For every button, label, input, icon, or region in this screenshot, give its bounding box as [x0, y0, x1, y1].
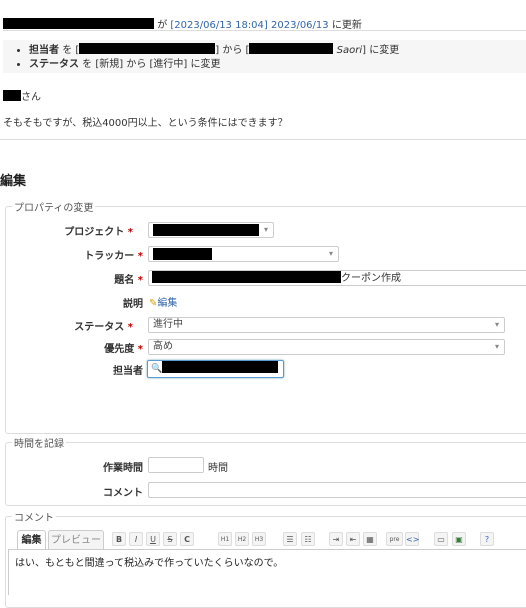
note-salutation: さん: [3, 88, 41, 103]
underline-button[interactable]: U: [146, 532, 160, 546]
notes-legend: コメント: [12, 509, 56, 524]
journal-header: が [2023/06/13 18:04] 2023/06/13 に更新: [3, 16, 526, 31]
comment-label: コメント: [103, 488, 143, 499]
assignee-label: 担当者: [113, 366, 143, 377]
code-highlight-button[interactable]: <>: [405, 532, 419, 546]
detail-new-value: Saori: [336, 45, 363, 56]
outdent-icon[interactable]: ⇤: [346, 532, 360, 546]
journal-note: そもそもですが、税込4000円以上、という条件にはできます？: [3, 118, 288, 129]
label-text: プロジェクト: [64, 227, 125, 238]
redacted-assignee: [162, 361, 279, 373]
ordered-list-icon[interactable]: ☷: [301, 532, 315, 546]
status-select[interactable]: 進行中 ▾: [148, 317, 505, 333]
detail-status: ステータス を [新規] から [進行中] に変更: [29, 58, 526, 72]
project-select[interactable]: ▾: [148, 222, 274, 238]
chevron-down-icon: ▾: [494, 342, 499, 351]
journal-datetime-link[interactable]: [2023/06/13 18:04]: [170, 20, 267, 31]
status-label: ステータス *: [33, 318, 133, 333]
time-entry-legend: 時間を記録: [12, 435, 66, 450]
label-text: ステータス: [74, 322, 125, 333]
spent-time-input[interactable]: [148, 457, 204, 473]
detail-assignee: 担当者 を [] から [ Saori] に変更: [29, 43, 526, 58]
redacted-name: [3, 90, 21, 101]
italic-button[interactable]: I: [129, 532, 143, 546]
notes-textarea[interactable]: はい、もともと間違って税込みで作っていたくらいなので。: [8, 549, 526, 595]
edit-heading: 編集: [0, 174, 27, 189]
assignee-select[interactable]: 🔍: [147, 360, 284, 378]
project-label: プロジェクト *: [33, 223, 133, 238]
divider: [0, 139, 526, 140]
required-mark: *: [137, 275, 143, 286]
code-button[interactable]: C: [180, 532, 194, 546]
priority-value: 高め: [153, 341, 173, 352]
detail-text: ] に変更: [362, 45, 400, 56]
pre-button[interactable]: pre: [386, 532, 403, 546]
priority-select[interactable]: 高め ▾: [148, 339, 505, 355]
subject-input[interactable]: クーポン作成: [148, 270, 526, 286]
edit-link-text: 編集: [157, 298, 178, 309]
chevron-down-icon: ▾: [263, 225, 268, 234]
redacted-author: [3, 18, 154, 29]
header-updated: に更新: [331, 20, 362, 31]
spent-time-label: 作業時間: [103, 463, 143, 474]
notes-text: はい、もともと間違って税込みで作っていたくらいなので。: [15, 558, 284, 569]
bold-button[interactable]: B: [112, 532, 126, 546]
strike-button[interactable]: S: [163, 532, 177, 546]
tab-edit[interactable]: 編集: [17, 530, 46, 549]
journal-details: 担当者 を [] から [ Saori] に変更 ステータス を [新規] から…: [3, 40, 526, 73]
detail-text: ] から [: [215, 45, 250, 56]
detail-text: を [新規] から [進行中] に変更: [79, 59, 221, 70]
detail-field-name: ステータス: [29, 59, 79, 70]
tab-preview[interactable]: プレビュー: [48, 530, 104, 549]
search-icon: 🔍: [151, 364, 163, 374]
status-value: 進行中: [153, 319, 183, 330]
h3-button[interactable]: H3: [252, 532, 266, 546]
hours-unit: 時間: [208, 463, 228, 474]
chevron-down-icon: ▾: [328, 249, 333, 258]
redacted-tracker: [153, 248, 212, 260]
indent-icon[interactable]: ⇥: [329, 532, 343, 546]
h1-button[interactable]: H1: [218, 532, 232, 546]
properties-legend: プロパティの変更: [12, 199, 96, 214]
tracker-select[interactable]: ▾: [148, 246, 339, 262]
wiki-link-icon[interactable]: ▭: [434, 532, 448, 546]
header-ga: が: [157, 20, 168, 31]
redacted-new-assignee: [249, 43, 334, 54]
label-text: 優先度: [104, 344, 135, 355]
time-comment-input[interactable]: [148, 482, 526, 498]
required-mark: *: [137, 251, 143, 262]
priority-label: 優先度 *: [43, 340, 143, 355]
help-icon[interactable]: ?: [480, 532, 494, 546]
subject-label: 題名 *: [43, 271, 143, 286]
description-edit-link[interactable]: ✎編集: [149, 294, 177, 309]
description-label: 説明: [123, 299, 143, 310]
subject-value: クーポン作成: [341, 273, 401, 284]
image-icon[interactable]: ▣: [452, 532, 466, 546]
label-text: トラッカー: [84, 251, 135, 262]
required-mark: *: [127, 322, 133, 333]
chevron-down-icon: ▾: [494, 320, 499, 329]
journal-date-link[interactable]: 2023/06/13: [271, 20, 329, 31]
required-mark: *: [137, 344, 143, 355]
redacted-old-assignee: [79, 43, 216, 54]
unordered-list-icon[interactable]: ☰: [283, 532, 297, 546]
redacted-subject: [152, 271, 341, 283]
salutation-text: さん: [21, 92, 41, 103]
required-mark: *: [127, 227, 133, 238]
h2-button[interactable]: H2: [235, 532, 249, 546]
table-icon[interactable]: ▦: [363, 532, 377, 546]
label-text: 題名: [114, 275, 135, 286]
detail-field-name: 担当者: [29, 45, 59, 56]
tracker-label: トラッカー *: [43, 247, 143, 262]
detail-text: を: [62, 45, 73, 56]
redacted-project: [153, 224, 259, 236]
